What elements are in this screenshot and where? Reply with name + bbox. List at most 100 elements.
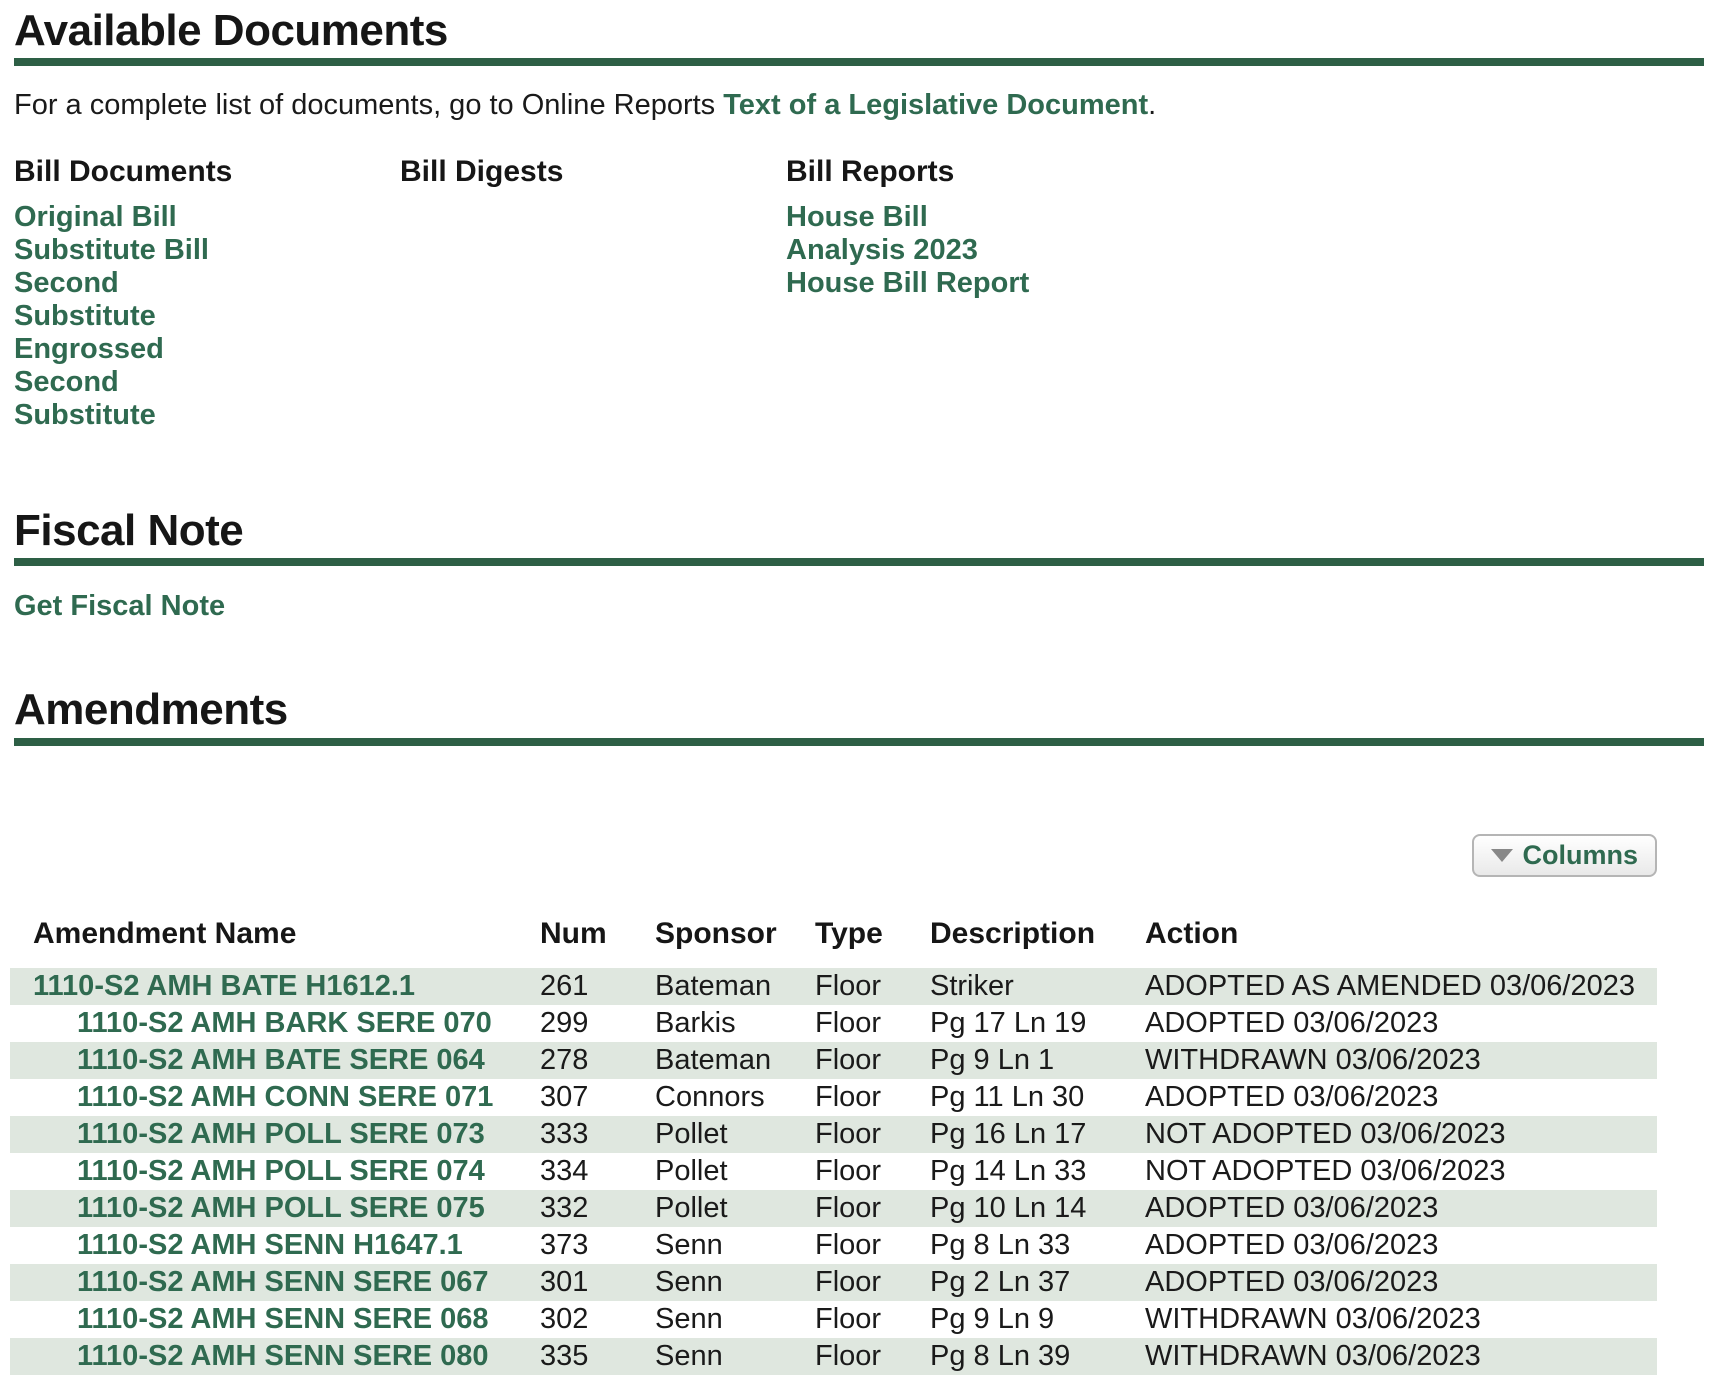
- amendment-name-link[interactable]: 1110-S2 AMH SENN SERE 067: [77, 1266, 489, 1298]
- amendment-name-cell: 1110-S2 AMH POLL SERE 074: [10, 1153, 540, 1190]
- sponsor-cell: Connors: [655, 1079, 815, 1116]
- document-link[interactable]: House Bill Analysis 2023: [786, 201, 1036, 267]
- amendments-table-header: Amendment NameNumSponsorTypeDescriptionA…: [10, 917, 1657, 968]
- document-link[interactable]: House Bill Report: [786, 267, 1036, 300]
- amendments-section: Amendments Columns Amendment NameNumSpon…: [14, 685, 1704, 1374]
- amendments-title: Amendments: [14, 685, 1704, 745]
- column-header-amendment-name: Amendment Name: [10, 917, 540, 968]
- intro-suffix: .: [1148, 89, 1156, 121]
- type-cell: Floor: [815, 1005, 930, 1042]
- num-cell: 278: [540, 1042, 655, 1079]
- table-row: 1110-S2 AMH POLL SERE 073333PolletFloorP…: [10, 1116, 1657, 1153]
- amendment-name-link[interactable]: 1110-S2 AMH BATE H1612.1: [33, 970, 415, 1002]
- num-cell: 261: [540, 968, 655, 1005]
- action-cell: WITHDRAWN 03/06/2023: [1145, 1301, 1657, 1338]
- table-row: 1110-S2 AMH BARK SERE 070 299BarkisFloorP…: [10, 1005, 1657, 1042]
- sponsor-cell: Barkis: [655, 1005, 815, 1042]
- document-link-list: Original BillSubstitute BillSecond Subst…: [14, 201, 400, 432]
- description-cell: Pg 16 Ln 17: [930, 1116, 1145, 1153]
- action-cell: NOT ADOPTED 03/06/2023: [1145, 1153, 1657, 1190]
- description-cell: Pg 10 Ln 14: [930, 1190, 1145, 1227]
- action-cell: ADOPTED 03/06/2023: [1145, 1264, 1657, 1301]
- document-columns: Bill DocumentsOriginal BillSubstitute Bi…: [14, 155, 1704, 432]
- table-row: 1110-S2 AMH POLL SERE 075332PolletFloorP…: [10, 1190, 1657, 1227]
- table-row: 1110-S2 AMH POLL SERE 074334PolletFloorP…: [10, 1153, 1657, 1190]
- amendment-name-cell: 1110-S2 AMH BARK SERE 070: [10, 1005, 540, 1042]
- type-cell: Floor: [815, 1264, 930, 1301]
- column-header-sponsor: Sponsor: [655, 917, 815, 968]
- document-link[interactable]: Second Substitute: [14, 267, 264, 333]
- type-cell: Floor: [815, 1153, 930, 1190]
- amendment-name-link[interactable]: 1110-S2 AMH SENN SERE 080: [77, 1340, 489, 1372]
- amendment-name-link[interactable]: 1110-S2 AMH SENN H1647.1: [77, 1229, 463, 1261]
- amendment-name-cell: 1110-S2 AMH SENN SERE 068: [10, 1301, 540, 1338]
- document-column: Bill ReportsHouse Bill Analysis 2023Hous…: [786, 155, 1704, 432]
- document-column: Bill DocumentsOriginal BillSubstitute Bi…: [14, 155, 400, 432]
- amendment-name-cell: 1110-S2 AMH POLL SERE 073: [10, 1116, 540, 1153]
- description-cell: Pg 2 Ln 37: [930, 1264, 1145, 1301]
- sponsor-cell: Pollet: [655, 1116, 815, 1153]
- column-header-type: Type: [815, 917, 930, 968]
- columns-button-label: Columns: [1522, 840, 1638, 871]
- description-cell: Pg 14 Ln 33: [930, 1153, 1145, 1190]
- sponsor-cell: Senn: [655, 1338, 815, 1375]
- sponsor-cell: Pollet: [655, 1153, 815, 1190]
- amendment-name-cell: 1110-S2 AMH BATE SERE 064: [10, 1042, 540, 1079]
- amendment-name-link[interactable]: 1110-S2 AMH POLL SERE 075: [77, 1192, 485, 1224]
- action-cell: ADOPTED AS AMENDED 03/06/2023: [1145, 968, 1657, 1005]
- amendment-name-link[interactable]: 1110-S2 AMH SENN SERE 068: [77, 1303, 489, 1335]
- num-cell: 302: [540, 1301, 655, 1338]
- action-cell: ADOPTED 03/06/2023: [1145, 1227, 1657, 1264]
- amendment-name-cell: 1110-S2 AMH BATE H1612.1: [10, 968, 540, 1005]
- amendment-name-cell: 1110-S2 AMH CONN SERE 071: [10, 1079, 540, 1116]
- get-fiscal-note-link[interactable]: Get Fiscal Note: [14, 590, 225, 623]
- description-cell: Pg 11 Ln 30: [930, 1079, 1145, 1116]
- description-cell: Striker: [930, 968, 1145, 1005]
- document-link[interactable]: Substitute Bill: [14, 234, 264, 267]
- fiscal-note-title: Fiscal Note: [14, 506, 1704, 566]
- action-cell: NOT ADOPTED 03/06/2023: [1145, 1116, 1657, 1153]
- amendments-panel: Columns Amendment NameNumSponsorTypeDesc…: [10, 834, 1657, 1375]
- description-cell: Pg 8 Ln 33: [930, 1227, 1145, 1264]
- num-cell: 332: [540, 1190, 655, 1227]
- type-cell: Floor: [815, 1227, 930, 1264]
- num-cell: 299: [540, 1005, 655, 1042]
- amendment-name-cell: 1110-S2 AMH SENN SERE 067: [10, 1264, 540, 1301]
- num-cell: 301: [540, 1264, 655, 1301]
- column-header-description: Description: [930, 917, 1145, 968]
- amendment-name-cell: 1110-S2 AMH SENN H1647.1: [10, 1227, 540, 1264]
- document-link[interactable]: Engrossed Second Substitute: [14, 333, 264, 432]
- available-documents-section: Available Documents For a complete list …: [14, 6, 1704, 432]
- action-cell: ADOPTED 03/06/2023: [1145, 1079, 1657, 1116]
- amendment-name-link[interactable]: 1110-S2 AMH POLL SERE 074: [77, 1155, 485, 1187]
- intro-prefix: For a complete list of documents, go to …: [14, 89, 723, 121]
- amendment-name-cell: 1110-S2 AMH POLL SERE 075: [10, 1190, 540, 1227]
- amendment-name-link[interactable]: 1110-S2 AMH CONN SERE 071: [77, 1081, 493, 1113]
- triangle-down-icon: [1491, 849, 1513, 862]
- num-cell: 307: [540, 1079, 655, 1116]
- column-header-num: Num: [540, 917, 655, 968]
- table-row: 1110-S2 AMH SENN H1647.1 373SennFloorPg 8…: [10, 1227, 1657, 1264]
- num-cell: 373: [540, 1227, 655, 1264]
- columns-button[interactable]: Columns: [1472, 834, 1657, 877]
- action-cell: ADOPTED 03/06/2023: [1145, 1005, 1657, 1042]
- table-row: 1110-S2 AMH SENN SERE 067301SennFloorPg …: [10, 1264, 1657, 1301]
- table-row: 1110-S2 AMH BATE H1612.1261BatemanFloorS…: [10, 968, 1657, 1005]
- table-row: 1110-S2 AMH SENN SERE 080335SennFloorPg …: [10, 1338, 1657, 1375]
- amendment-name-link[interactable]: 1110-S2 AMH BATE SERE 064: [77, 1044, 485, 1076]
- sponsor-cell: Senn: [655, 1301, 815, 1338]
- amendment-name-link[interactable]: 1110-S2 AMH POLL SERE 073: [77, 1118, 485, 1150]
- type-cell: Floor: [815, 1190, 930, 1227]
- column-header-action: Action: [1145, 917, 1657, 968]
- sponsor-cell: Bateman: [655, 968, 815, 1005]
- type-cell: Floor: [815, 1079, 930, 1116]
- text-of-legislative-document-link[interactable]: Text of a Legislative Document: [723, 89, 1148, 121]
- document-link[interactable]: Original Bill: [14, 201, 264, 234]
- table-row: 1110-S2 AMH SENN SERE 068302SennFloorPg …: [10, 1301, 1657, 1338]
- amendment-name-cell: 1110-S2 AMH SENN SERE 080: [10, 1338, 540, 1375]
- sponsor-cell: Senn: [655, 1227, 815, 1264]
- amendment-name-link[interactable]: 1110-S2 AMH BARK SERE 070: [77, 1007, 492, 1039]
- description-cell: Pg 17 Ln 19: [930, 1005, 1145, 1042]
- type-cell: Floor: [815, 1338, 930, 1375]
- sponsor-cell: Bateman: [655, 1042, 815, 1079]
